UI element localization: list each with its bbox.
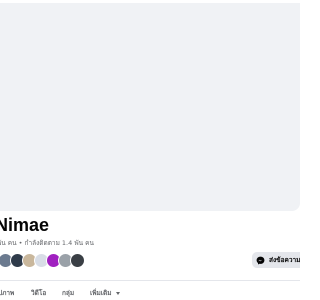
tab-photos[interactable]: ปภาพ <box>0 288 14 298</box>
divider <box>0 280 300 281</box>
tab-videos[interactable]: วิดีโอ <box>31 288 46 298</box>
message-button-label: ส่งข้อความ <box>269 256 300 264</box>
message-button[interactable]: ส่งข้อความ <box>252 252 300 268</box>
friend-avatars[interactable] <box>0 252 85 269</box>
tab-groups[interactable]: กลุ่ม <box>62 288 74 298</box>
friend-avatar-icon[interactable] <box>70 253 85 268</box>
cover-photo[interactable] <box>0 3 300 211</box>
profile-name: a Nimae <box>0 215 50 235</box>
tab-more[interactable]: เพิ่มเติม <box>90 288 120 298</box>
tab-more-label: เพิ่มเติม <box>90 289 112 297</box>
caret-down-icon <box>115 291 120 295</box>
messenger-icon <box>256 256 265 264</box>
profile-page: a Nimae ะ 4.8 พัน คน • กำลังติดตาม 1.4 พ… <box>0 0 300 300</box>
profile-stats[interactable]: ะ 4.8 พัน คน • กำลังติดตาม 1.4 พัน คน <box>0 238 299 248</box>
